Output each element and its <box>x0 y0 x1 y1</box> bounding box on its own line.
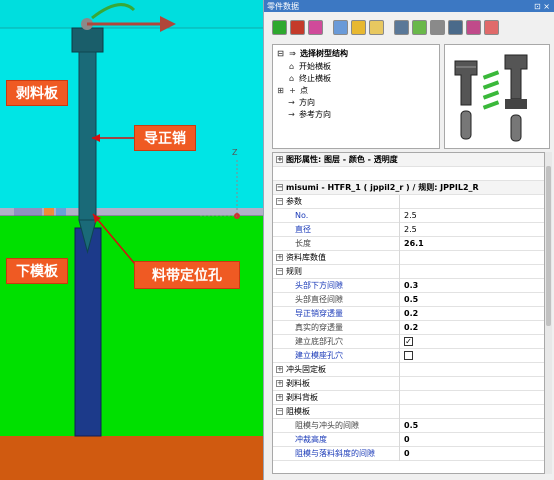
property-row-slope-gap[interactable]: 阻模与落料斜度的间隙 0 <box>273 446 544 461</box>
cad-model-drawing <box>0 0 263 480</box>
property-row-punch-height[interactable]: 冲裁高度 0 <box>273 432 544 447</box>
property-row-no[interactable]: No. 2.5 <box>273 208 544 223</box>
property-group-library[interactable]: + 资料库数值 <box>273 250 544 265</box>
settings-icon[interactable] <box>412 19 427 35</box>
collapse-icon[interactable]: − <box>276 268 283 275</box>
property-group-punch-holder[interactable]: + 冲头固定板 <box>273 362 544 377</box>
panel-title: 零件数据 <box>267 1 299 11</box>
pilot-pin-head <box>71 27 104 53</box>
property-group-rules[interactable]: − 规则 <box>273 264 544 279</box>
punch-icon[interactable] <box>448 19 463 35</box>
property-row-pilot-depth[interactable]: 导正销穿透量 0.2 <box>273 306 544 321</box>
property-header-graphics[interactable]: + 图形属性: 图层 - 颜色 - 透明度 <box>273 153 544 167</box>
save-folder-icon[interactable] <box>369 19 384 35</box>
lower-die-plate-region <box>0 216 263 436</box>
part-preview <box>444 44 550 149</box>
expand-icon[interactable]: ⊞ <box>276 86 285 95</box>
plate-icon: ⌂ <box>288 62 295 71</box>
pilot-pin-hole <box>74 227 102 437</box>
tree-item-direction[interactable]: → 方向 <box>287 97 315 108</box>
collapse-icon[interactable]: − <box>276 184 283 191</box>
tree-item-ref-direction[interactable]: → 参考方向 <box>287 109 331 120</box>
plate-icon: ⌂ <box>288 74 295 83</box>
tree-item-end-plate[interactable]: ⌂ 终止横板 <box>287 73 331 84</box>
check-icon[interactable] <box>272 19 287 35</box>
expand-icon[interactable]: + <box>276 254 283 261</box>
cad-viewport[interactable]: 剥料板 导正销 下模板 料带定位孔 Z <box>0 0 263 480</box>
property-row-real-depth[interactable]: 真实的穿透量 0.2 <box>273 320 544 335</box>
collapse-icon[interactable]: − <box>276 408 283 415</box>
copy-icon[interactable] <box>333 19 348 35</box>
property-row-stop-punch-gap[interactable]: 阻模与冲头的间隙 0.5 <box>273 418 544 433</box>
eraser-icon[interactable] <box>308 19 323 35</box>
arrow-right-icon: → <box>288 110 295 119</box>
arrow-right-icon: → <box>288 98 295 107</box>
point-icon: + <box>289 86 296 95</box>
stamp-icon[interactable] <box>466 19 481 35</box>
search-icon[interactable] <box>394 19 409 35</box>
property-group-stripper[interactable]: + 剥料板 <box>273 376 544 391</box>
property-row-bottom-hole[interactable]: 建立底部孔穴 ✓ <box>273 334 544 349</box>
collapse-icon[interactable]: − <box>276 198 283 205</box>
heart-icon[interactable] <box>484 19 499 35</box>
property-group-params[interactable]: − 参数 <box>273 194 544 209</box>
strip-locating-hole-callout: 料带定位孔 <box>134 261 240 289</box>
property-scrollbar[interactable] <box>545 152 552 474</box>
bolt-icon[interactable] <box>430 19 445 35</box>
panel-toolbar <box>264 12 554 42</box>
expand-icon[interactable]: + <box>276 366 283 373</box>
property-row-head-dia-gap[interactable]: 头部直径间隙 0.5 <box>273 292 544 307</box>
pilot-pin-callout: 导正销 <box>134 125 196 151</box>
expand-icon[interactable]: + <box>276 380 283 387</box>
open-folder-icon[interactable] <box>351 19 366 35</box>
tree-item-start-plate[interactable]: ⌂ 开始横板 <box>287 61 331 72</box>
expand-icon[interactable]: + <box>276 394 283 401</box>
property-row-diameter[interactable]: 直径 2.5 <box>273 222 544 237</box>
property-header-misumi[interactable]: − misumi - HTFR_1 ( jppil2_r ) / 规则: JPP… <box>273 181 544 195</box>
property-row-length[interactable]: 长度 26.1 <box>273 236 544 251</box>
tree-item-point[interactable]: ⊞ + 点 <box>276 85 308 96</box>
seat-hole-checkbox[interactable] <box>404 351 413 360</box>
property-group-stripper-back[interactable]: + 剥料背板 <box>273 390 544 405</box>
expand-icon[interactable]: + <box>276 156 283 163</box>
minus-icon[interactable]: ⊟ <box>276 49 285 58</box>
property-row-seat-hole[interactable]: 建立模座孔穴 <box>273 348 544 363</box>
pilot-pin-preview-icon <box>454 54 528 142</box>
part-data-panel: 零件数据 ⊡ × ⊟ ⇒ 选择树型结构 ⌂ 开始横板 ⌂ 终止横板 ⊞ + 点 … <box>263 0 554 480</box>
stripper-plate-callout: 剥料板 <box>6 80 68 106</box>
z-axis-label: Z <box>232 148 238 157</box>
lower-die-plate-callout: 下模板 <box>6 258 68 284</box>
property-group-stop-plate[interactable]: − 阻模板 <box>273 404 544 419</box>
pilot-pin-body <box>78 51 97 221</box>
bottom-plate-region <box>0 436 263 480</box>
selection-tree: ⊟ ⇒ 选择树型结构 ⌂ 开始横板 ⌂ 终止横板 ⊞ + 点 → 方向 → 参考… <box>272 44 440 149</box>
panel-window-controls[interactable]: ⊡ × <box>534 2 550 11</box>
tree-root-icon: ⇒ <box>289 49 296 58</box>
bottom-hole-checkbox[interactable]: ✓ <box>404 337 413 346</box>
property-grid: + 图形属性: 图层 - 颜色 - 透明度 − misumi - HTFR_1 … <box>272 152 545 474</box>
scrollbar-thumb[interactable] <box>546 166 551 326</box>
property-row-head-gap[interactable]: 头部下方间隙 0.3 <box>273 278 544 293</box>
property-spacer <box>273 167 544 181</box>
panel-titlebar[interactable]: 零件数据 ⊡ × <box>264 0 554 12</box>
pin-icon[interactable] <box>290 19 305 35</box>
tree-root[interactable]: ⊟ ⇒ 选择树型结构 <box>276 48 348 59</box>
